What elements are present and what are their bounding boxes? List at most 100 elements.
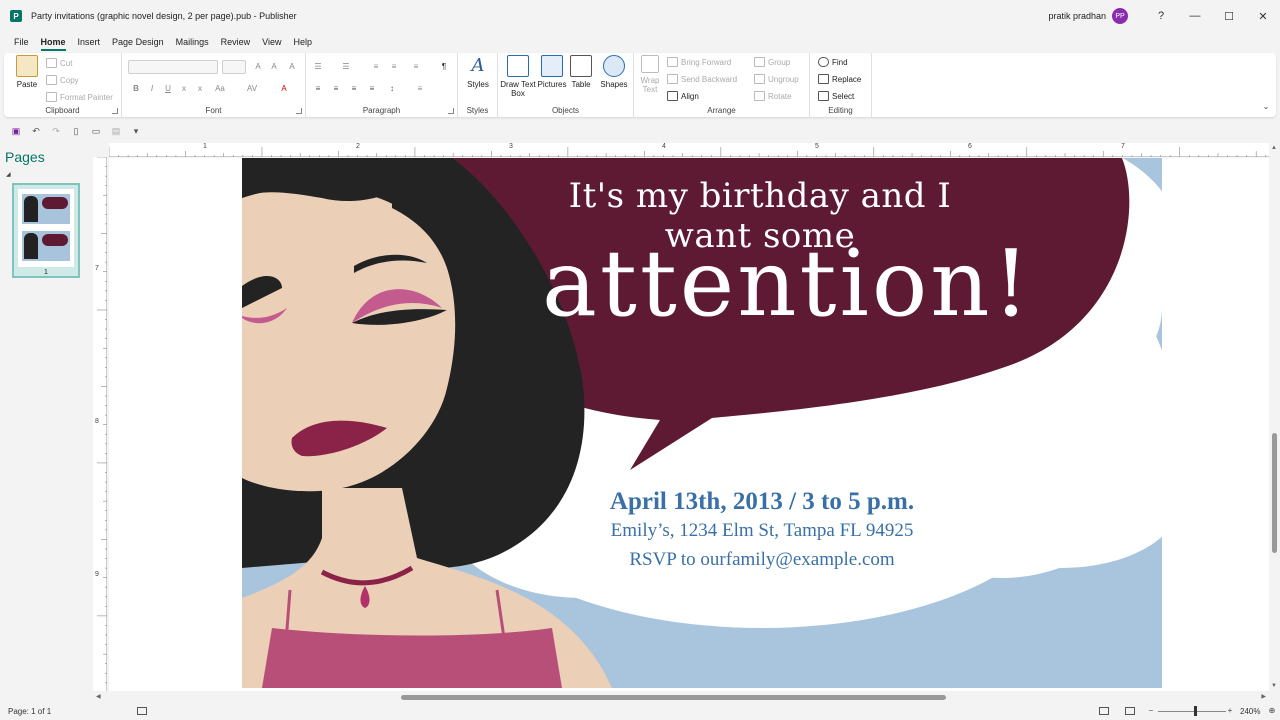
invitation-card[interactable]: It's my birthday and I want some attenti… xyxy=(242,158,1162,688)
format-painter-button[interactable]: Format Painter xyxy=(46,90,113,104)
customize-qat-icon[interactable]: ▾ xyxy=(130,125,142,137)
styles-button[interactable]: A Styles xyxy=(460,55,496,89)
show-formatting-icon[interactable]: ¶ xyxy=(438,61,450,73)
line-spacing-icon[interactable]: ↕ xyxy=(386,83,398,95)
bullets-icon[interactable]: ☰ xyxy=(312,61,324,73)
event-date-text[interactable]: April 13th, 2013 / 3 to 5 p.m. xyxy=(542,488,982,516)
help-icon[interactable]: ? xyxy=(1144,0,1178,32)
tab-insert[interactable]: Insert xyxy=(72,32,107,52)
zoom-out-icon[interactable]: − xyxy=(1145,705,1157,717)
character-spacing-icon[interactable]: AV xyxy=(246,83,258,95)
scroll-right-arrow-icon[interactable]: ▶ xyxy=(1261,693,1266,700)
event-rsvp-text[interactable]: RSVP to ourfamily@example.com xyxy=(542,549,982,571)
copy-button[interactable]: Copy xyxy=(46,73,79,87)
two-page-view-icon[interactable] xyxy=(1125,707,1135,715)
fit-page-icon[interactable]: ⊕ xyxy=(1266,705,1278,717)
rotate-button[interactable]: Rotate xyxy=(754,89,792,103)
change-case-icon[interactable]: Aa xyxy=(214,83,226,95)
font-launcher-icon[interactable] xyxy=(296,108,302,114)
new-document-icon[interactable]: ▯ xyxy=(70,125,82,137)
ungroup-button[interactable]: Ungroup xyxy=(754,72,799,86)
decrease-indent-icon[interactable]: ≡ xyxy=(370,61,382,73)
scroll-up-arrow-icon[interactable]: ▲ xyxy=(1271,145,1277,151)
vertical-scroll-thumb[interactable] xyxy=(1272,433,1277,553)
send-backward-button[interactable]: Send Backward xyxy=(667,72,737,86)
font-name-combo[interactable] xyxy=(128,60,218,74)
align-center-icon[interactable]: ≡ xyxy=(330,83,342,95)
wrap-text-button[interactable]: Wrap Text xyxy=(636,55,664,94)
scroll-left-arrow-icon[interactable]: ◀ xyxy=(96,693,101,700)
page-count-status[interactable]: Page: 1 of 1 xyxy=(8,707,51,716)
close-button[interactable]: ✕ xyxy=(1246,0,1280,32)
scroll-down-arrow-icon[interactable]: ▼ xyxy=(1271,683,1277,689)
save-icon[interactable]: ▣ xyxy=(10,125,22,137)
open-folder-icon[interactable]: ▭ xyxy=(90,125,102,137)
subscript-icon[interactable]: x xyxy=(178,83,190,95)
page-thumbnail[interactable]: 1 xyxy=(12,183,80,278)
table-button[interactable]: Table xyxy=(566,55,596,89)
select-button[interactable]: Select xyxy=(818,89,854,103)
minimize-button[interactable]: — xyxy=(1178,0,1212,32)
paste-button[interactable]: Paste xyxy=(10,55,44,89)
horizontal-scrollbar[interactable]: ◀ ▶ xyxy=(93,691,1269,703)
find-button[interactable]: Find xyxy=(818,55,848,69)
styles-button-label: Styles xyxy=(467,80,489,89)
tab-view[interactable]: View xyxy=(256,32,287,52)
columns-icon[interactable]: ≡ xyxy=(410,61,422,73)
format-painter-label: Format Painter xyxy=(60,92,113,102)
shapes-button[interactable]: Shapes xyxy=(596,55,632,89)
paragraph-spacing-icon[interactable]: ≡ xyxy=(414,83,426,95)
tab-page-design[interactable]: Page Design xyxy=(106,32,170,52)
ungroup-label: Ungroup xyxy=(768,74,799,84)
undo-icon[interactable]: ↶ xyxy=(30,125,42,137)
justify-icon[interactable]: ≡ xyxy=(366,83,378,95)
italic-icon[interactable]: I xyxy=(146,83,158,95)
horizontal-ruler[interactable]: 1 2 3 4 5 6 7 xyxy=(109,143,1271,157)
clipboard-launcher-icon[interactable] xyxy=(112,108,118,114)
paragraph-launcher-icon[interactable] xyxy=(448,108,454,114)
vertical-scrollbar[interactable]: ▲ ▼ xyxy=(1269,143,1280,691)
bring-forward-button[interactable]: Bring Forward xyxy=(667,55,731,69)
font-size-combo[interactable] xyxy=(222,60,246,74)
maximize-button[interactable]: ☐ xyxy=(1212,0,1246,32)
superscript-icon[interactable]: x xyxy=(194,83,206,95)
bold-icon[interactable]: B xyxy=(130,83,142,95)
headline-attention[interactable]: attention! xyxy=(542,230,1030,337)
user-avatar[interactable]: PP xyxy=(1112,8,1128,24)
shrink-font-icon[interactable]: A xyxy=(268,61,280,73)
tab-review[interactable]: Review xyxy=(215,32,257,52)
align-button[interactable]: Align xyxy=(667,89,699,103)
align-left-icon[interactable]: ≡ xyxy=(312,83,324,95)
grow-font-icon[interactable]: A xyxy=(252,61,264,73)
object-position-icon[interactable] xyxy=(137,707,147,715)
font-color-icon[interactable]: A xyxy=(278,83,290,95)
cut-button[interactable]: Cut xyxy=(46,56,72,70)
draw-text-box-button[interactable]: Draw Text Box xyxy=(500,55,536,98)
clear-formatting-icon[interactable]: A xyxy=(286,61,298,73)
document-canvas[interactable]: It's my birthday and I want some attenti… xyxy=(109,158,1269,691)
event-address-text[interactable]: Emily’s, 1234 Elm St, Tampa FL 94925 xyxy=(542,520,982,542)
user-name[interactable]: pratik pradhan xyxy=(1048,11,1106,21)
zoom-slider-thumb[interactable] xyxy=(1194,706,1197,716)
pictures-button[interactable]: Pictures xyxy=(534,55,570,89)
tab-home[interactable]: Home xyxy=(35,32,72,52)
tab-help[interactable]: Help xyxy=(287,32,318,52)
underline-icon[interactable]: U xyxy=(162,83,174,95)
tab-file[interactable]: File xyxy=(8,32,35,52)
replace-button[interactable]: Replace xyxy=(818,72,861,86)
horizontal-scroll-thumb[interactable] xyxy=(401,695,946,700)
zoom-slider-track[interactable] xyxy=(1158,711,1226,712)
align-right-icon[interactable]: ≡ xyxy=(348,83,360,95)
vertical-ruler[interactable]: 7 8 9 xyxy=(93,157,107,691)
zoom-level[interactable]: 240% xyxy=(1240,707,1260,716)
increase-indent-icon[interactable]: ≡ xyxy=(388,61,400,73)
tab-mailings[interactable]: Mailings xyxy=(170,32,215,52)
numbering-icon[interactable]: ☰ xyxy=(340,61,352,73)
single-page-view-icon[interactable] xyxy=(1099,707,1109,715)
group-button[interactable]: Group xyxy=(754,55,790,69)
collapse-ribbon-chevron-icon[interactable]: ⌄ xyxy=(1260,101,1272,113)
redo-icon[interactable]: ↷ xyxy=(50,125,62,137)
print-icon[interactable]: ▤ xyxy=(110,125,122,137)
collapse-caret-icon[interactable]: ◢ xyxy=(6,171,11,178)
zoom-in-icon[interactable]: + xyxy=(1224,705,1236,717)
